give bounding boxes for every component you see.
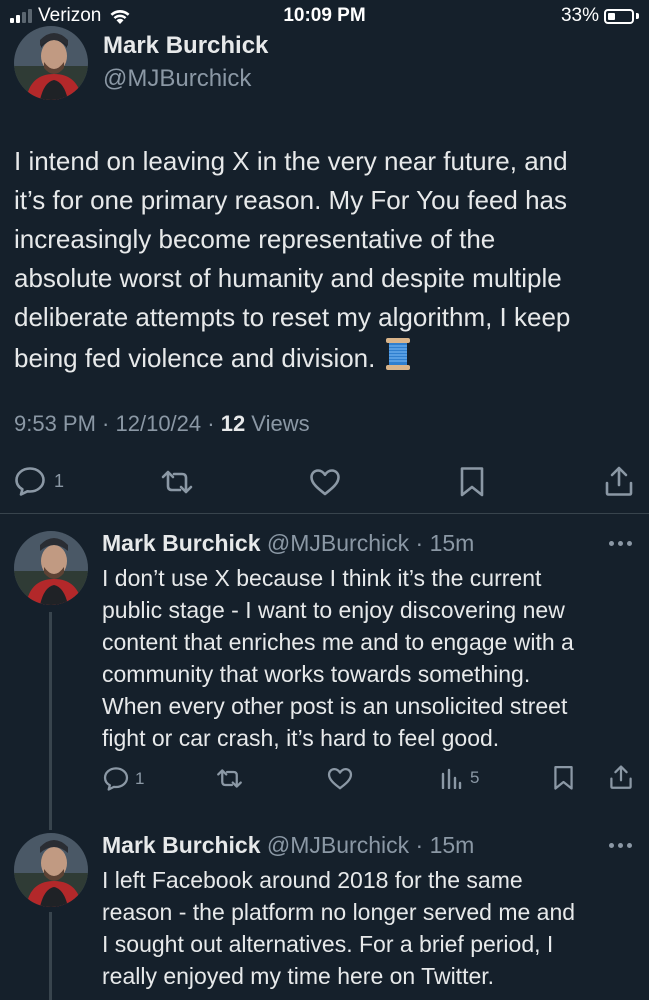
post-time: 9:53 PM — [14, 411, 96, 436]
repost-icon — [217, 769, 242, 788]
bookmark-icon — [554, 765, 573, 790]
analytics-icon — [441, 768, 462, 789]
meta-separator: · — [95, 411, 116, 436]
reply-author-handle[interactable]: @MJBurchick — [267, 832, 409, 858]
like-icon — [327, 768, 353, 790]
main-post-text: I intend on leaving X in the very near f… — [14, 142, 639, 378]
post-text-line: absolute worst of humanity and despite m… — [14, 263, 562, 293]
views-button[interactable]: 5 — [440, 767, 479, 789]
main-post-author-name[interactable]: Mark Burchick — [103, 32, 268, 60]
thread-line — [49, 612, 52, 830]
bookmark-button[interactable] — [459, 466, 485, 498]
battery-level-fill — [608, 12, 615, 20]
share-icon — [610, 765, 632, 789]
thread-line — [49, 912, 52, 1000]
share-icon — [605, 466, 633, 496]
reply-button[interactable]: 1 — [14, 466, 64, 496]
reply-actions: 1 5 — [0, 764, 649, 794]
reply-text-line: content that enriches me and to engage w… — [102, 629, 574, 655]
post-date: 12/10/24 — [115, 411, 202, 436]
reply-separator: · — [409, 832, 430, 858]
reply-age: 15m — [429, 832, 475, 858]
reply-text-line: public stage - I want to enjoy discoveri… — [102, 597, 565, 623]
reply-text-line: When every other post is an unsolicited … — [102, 693, 568, 719]
main-post-meta: 9:53 PM · 12/10/24 · 12 Views — [14, 411, 310, 437]
reply-count: 1 — [54, 470, 65, 491]
post-divider — [0, 513, 649, 514]
main-post-actions: 1 — [0, 460, 649, 502]
repost-button[interactable] — [215, 767, 244, 790]
views-count: 5 — [470, 768, 480, 787]
reply-text: I left Facebook around 2018 for the same… — [102, 864, 642, 992]
screen: Verizon 10:09 PM 33% Mark Burchick @MJBu… — [0, 0, 649, 1000]
repost-icon — [161, 470, 193, 494]
post-text-line: I intend on leaving X in the very near f… — [14, 146, 568, 176]
battery-percent: 33% — [560, 5, 599, 26]
reply-header: Mark Burchick @MJBurchick · 15m — [102, 530, 474, 557]
status-right: 33% — [561, 5, 639, 27]
share-button[interactable] — [609, 764, 633, 790]
post-text-line-last: being fed violence and division. — [14, 337, 639, 378]
reply-avatar[interactable] — [14, 531, 88, 605]
reply-age: 15m — [429, 530, 475, 556]
views-label[interactable]: Views — [245, 411, 309, 436]
bookmark-button[interactable] — [553, 765, 574, 791]
more-options-icon[interactable] — [609, 841, 633, 849]
post-text-line: deliberate attempts to reset my algorith… — [14, 302, 571, 332]
post-text-line: being fed violence and division. — [14, 343, 376, 373]
main-post-author-handle[interactable]: @MJBurchick — [103, 65, 251, 93]
reply-text-line: I left Facebook around 2018 for the same — [102, 867, 523, 893]
main-post-avatar[interactable] — [14, 26, 88, 100]
spool-of-thread-icon — [386, 338, 411, 370]
reply-header: Mark Burchick @MJBurchick · 15m — [102, 832, 474, 859]
views-count[interactable]: 12 — [221, 411, 245, 436]
like-button[interactable] — [327, 767, 353, 790]
reply-author-name[interactable]: Mark Burchick — [102, 530, 261, 556]
bookmark-icon — [460, 467, 484, 497]
reply-text: I don’t use X because I think it’s the c… — [102, 562, 642, 754]
reply-icon — [15, 467, 45, 496]
reply-text-line: community that works towards something. — [102, 661, 531, 687]
reply-author-name[interactable]: Mark Burchick — [102, 832, 261, 858]
like-button[interactable] — [309, 468, 341, 496]
battery-nub — [636, 13, 639, 19]
reply-author-handle[interactable]: @MJBurchick — [267, 530, 409, 556]
share-button[interactable] — [604, 465, 634, 497]
meta-separator: · — [201, 411, 221, 436]
battery-icon — [604, 8, 634, 24]
reply-text-line: reason - the platform no longer served m… — [102, 899, 576, 925]
reply-text-line: fight or car crash, it’s hard to feel go… — [102, 725, 500, 751]
reply-avatar[interactable] — [14, 833, 88, 907]
post-text-line: increasingly become representative of th… — [14, 224, 496, 254]
post-text-line: it’s for one primary reason. My For You … — [14, 185, 568, 215]
reply-text-line: really enjoyed my time here on Twitter. — [102, 963, 495, 989]
reply-separator: · — [409, 530, 430, 556]
reply-icon — [103, 767, 129, 791]
reply-count: 1 — [135, 768, 145, 788]
repost-button[interactable] — [159, 468, 195, 496]
reply-text-line: I don’t use X because I think it’s the c… — [102, 565, 542, 591]
reply-text-line: I sought out alternatives. For a brief p… — [102, 931, 554, 957]
status-time: 10:09 PM — [283, 5, 366, 26]
like-icon — [310, 469, 340, 496]
status-bar: Verizon 10:09 PM 33% — [0, 0, 649, 34]
more-options-icon[interactable] — [609, 539, 633, 547]
reply-button[interactable]: 1 — [103, 766, 144, 791]
